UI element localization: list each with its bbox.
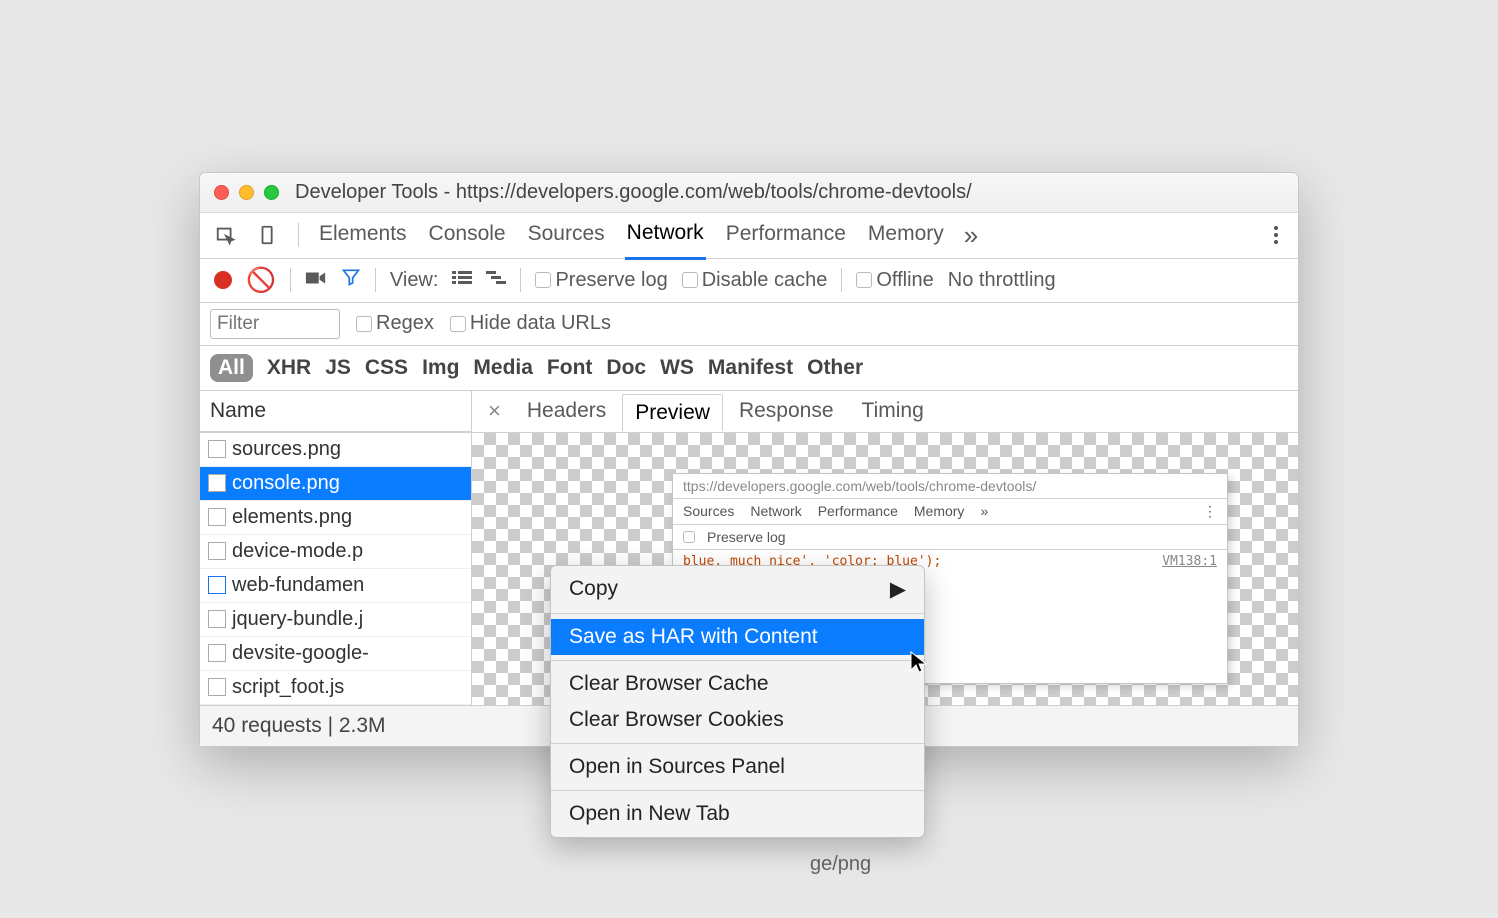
view-label: View: [390,269,439,292]
request-list: Name sources.png console.png elements.pn… [200,391,472,705]
menu-open-sources[interactable]: Open in Sources Panel [551,749,924,785]
list-item[interactable]: device-mode.p [200,535,471,569]
file-icon [208,474,226,492]
regex-toggle[interactable]: Regex [356,312,434,335]
tab-sources[interactable]: Sources [526,212,607,258]
more-tabs-icon[interactable]: » [964,220,978,251]
type-all[interactable]: All [210,354,253,382]
hide-data-urls-toggle[interactable]: Hide data URLs [450,312,611,335]
type-js[interactable]: JS [325,356,351,380]
type-css[interactable]: CSS [365,356,408,380]
offline-toggle[interactable]: Offline [856,269,933,292]
cursor-icon [910,651,928,680]
zoom-icon[interactable] [264,185,279,200]
list-item[interactable]: elements.png [200,501,471,535]
list-item[interactable]: jquery-bundle.j [200,603,471,637]
type-ws[interactable]: WS [660,356,694,380]
menu-clear-cookies[interactable]: Clear Browser Cookies [551,702,924,738]
type-xhr[interactable]: XHR [267,356,311,380]
menu-copy[interactable]: Copy▶ [551,571,924,608]
preview-url: ttps://developers.google.com/web/tools/c… [683,478,1036,494]
main-tabs: Elements Console Sources Network Perform… [200,213,1298,259]
disable-cache-toggle[interactable]: Disable cache [682,269,828,292]
list-item[interactable]: console.png [200,467,471,501]
preserve-log-toggle[interactable]: Preserve log [535,269,667,292]
detail-tabs: × Headers Preview Response Timing [472,391,1298,433]
file-icon [208,508,226,526]
type-img[interactable]: Img [422,356,459,380]
type-font[interactable]: Font [547,356,592,380]
type-other[interactable]: Other [807,356,863,380]
type-doc[interactable]: Doc [606,356,646,380]
network-toolbar: 🚫 View: Preserve log Disable cache Offli… [200,259,1298,303]
subtab-preview[interactable]: Preview [622,394,723,431]
context-menu: Copy▶ Save as HAR with Content Clear Bro… [550,565,925,838]
record-icon[interactable] [214,271,232,289]
subtab-timing[interactable]: Timing [850,393,936,429]
close-icon[interactable] [214,185,229,200]
throttling-select[interactable]: No throttling [948,269,1056,292]
menu-save-har[interactable]: Save as HAR with Content [551,619,924,655]
list-item[interactable]: script_foot.js [200,671,471,705]
filter-row: Regex Hide data URLs [200,303,1298,346]
tab-performance[interactable]: Performance [724,212,848,258]
file-icon [208,610,226,628]
list-item[interactable]: devsite-google- [200,637,471,671]
file-icon [208,542,226,560]
gear-icon [208,576,226,594]
minimize-icon[interactable] [239,185,254,200]
close-icon[interactable]: × [478,398,511,424]
subtab-response[interactable]: Response [727,393,846,429]
type-filter-row: All XHR JS CSS Img Media Font Doc WS Man… [200,346,1298,391]
type-media[interactable]: Media [473,356,533,380]
view-list-icon[interactable] [452,269,472,292]
tab-elements[interactable]: Elements [317,212,409,258]
menu-open-tab[interactable]: Open in New Tab [551,796,924,832]
filter-input[interactable] [210,309,340,339]
device-mode-icon[interactable] [256,223,280,247]
clear-icon[interactable]: 🚫 [246,266,276,295]
tab-console[interactable]: Console [427,212,508,258]
list-item[interactable]: sources.png [200,432,471,467]
subtab-headers[interactable]: Headers [515,393,618,429]
file-icon [208,678,226,696]
titlebar: Developer Tools - https://developers.goo… [200,173,1298,213]
tab-network[interactable]: Network [625,211,706,260]
traffic-lights [214,185,279,200]
view-waterfall-icon[interactable] [486,269,506,292]
file-icon [208,440,226,458]
list-item[interactable]: web-fundamen [200,569,471,603]
kebab-menu-icon[interactable] [1268,222,1284,248]
window-title: Developer Tools - https://developers.goo… [295,181,972,204]
inspect-icon[interactable] [214,223,238,247]
devtools-window: Developer Tools - https://developers.goo… [199,172,1299,747]
tab-memory[interactable]: Memory [866,212,946,258]
filter-icon[interactable] [341,267,361,293]
file-icon [208,644,226,662]
chevron-right-icon: ▶ [890,577,906,602]
menu-clear-cache[interactable]: Clear Browser Cache [551,666,924,702]
mime-fragment: ge/png [810,853,871,876]
name-column-header[interactable]: Name [200,391,471,432]
camera-icon[interactable] [305,269,327,292]
type-manifest[interactable]: Manifest [708,356,793,380]
